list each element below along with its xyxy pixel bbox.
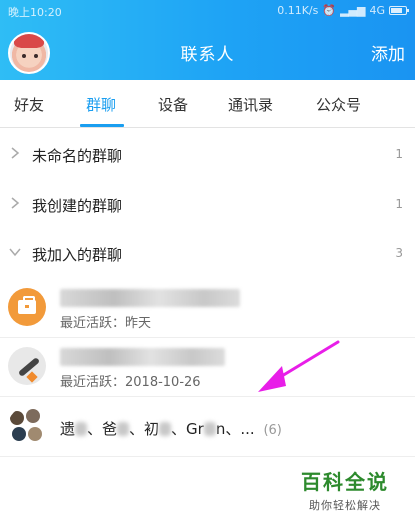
chevron-right-icon — [11, 147, 20, 159]
page-title: 联系人 — [180, 45, 235, 65]
signal-icon: ▂▄▆ — [340, 4, 366, 17]
last-active-text: 最近活跃：2018-10-26 — [60, 375, 201, 390]
header-bar: 晚上10:20 0.11K/s ⏰ ▂▄▆ 4G 联系人 添加 — [0, 0, 415, 80]
section-label: 我加入的群聊 — [32, 246, 123, 264]
group-avatar-icon — [8, 407, 46, 445]
watermark-subtitle: 助你轻松解决 — [309, 499, 381, 512]
section-label: 未命名的群聊 — [32, 147, 123, 165]
section-count: 1 — [395, 147, 403, 161]
alarm-icon: ⏰ — [322, 4, 337, 17]
group-row[interactable]: 最近活跃：2018-10-26 — [0, 338, 415, 397]
section-created-groups[interactable]: 我创建的群聊 1 — [0, 180, 415, 230]
tab-contacts[interactable]: 通讯录 — [228, 94, 273, 115]
blurred-group-name — [60, 289, 240, 307]
member-count: (6) — [263, 423, 282, 438]
status-time: 晚上10:20 — [8, 6, 62, 19]
network-speed: 0.11K/s — [277, 4, 319, 17]
network-type: 4G — [369, 4, 385, 17]
status-bar: 晚上10:20 0.11K/s ⏰ ▂▄▆ 4G — [0, 0, 415, 22]
battery-icon — [389, 6, 409, 15]
group-row[interactable]: 最近活跃：昨天 — [0, 279, 415, 338]
chevron-right-icon — [11, 197, 20, 209]
section-count: 3 — [395, 246, 403, 260]
blurred-group-name — [60, 348, 225, 366]
section-count: 1 — [395, 197, 403, 211]
section-unnamed-groups[interactable]: 未命名的群聊 1 — [0, 130, 415, 180]
tab-groups[interactable]: 群聊 — [86, 94, 116, 115]
group-member-names: 遗、爸 、初 、Gr n、... (6) — [60, 420, 282, 438]
status-indicators: 0.11K/s ⏰ ▂▄▆ 4G — [277, 4, 409, 17]
watermark-title: 百科全说 — [301, 470, 389, 494]
last-active-text: 最近活跃：昨天 — [60, 316, 152, 331]
add-button[interactable]: 添加 — [371, 40, 405, 65]
briefcase-icon — [8, 288, 46, 326]
section-joined-groups[interactable]: 我加入的群聊 3 — [0, 229, 415, 279]
section-label: 我创建的群聊 — [32, 197, 123, 215]
tab-friends[interactable]: 好友 — [14, 94, 44, 115]
tab-official-accounts[interactable]: 公众号 — [316, 94, 361, 115]
tab-devices[interactable]: 设备 — [158, 94, 188, 115]
tab-bar: 好友 群聊 设备 通讯录 公众号 — [0, 80, 415, 128]
pen-icon — [8, 347, 46, 385]
group-row[interactable]: 遗、爸 、初 、Gr n、... (6) — [0, 398, 415, 457]
active-tab-indicator — [80, 124, 124, 127]
watermark-logo: 百科全说 助你轻松解决 — [284, 462, 406, 516]
chevron-down-icon — [9, 248, 21, 257]
